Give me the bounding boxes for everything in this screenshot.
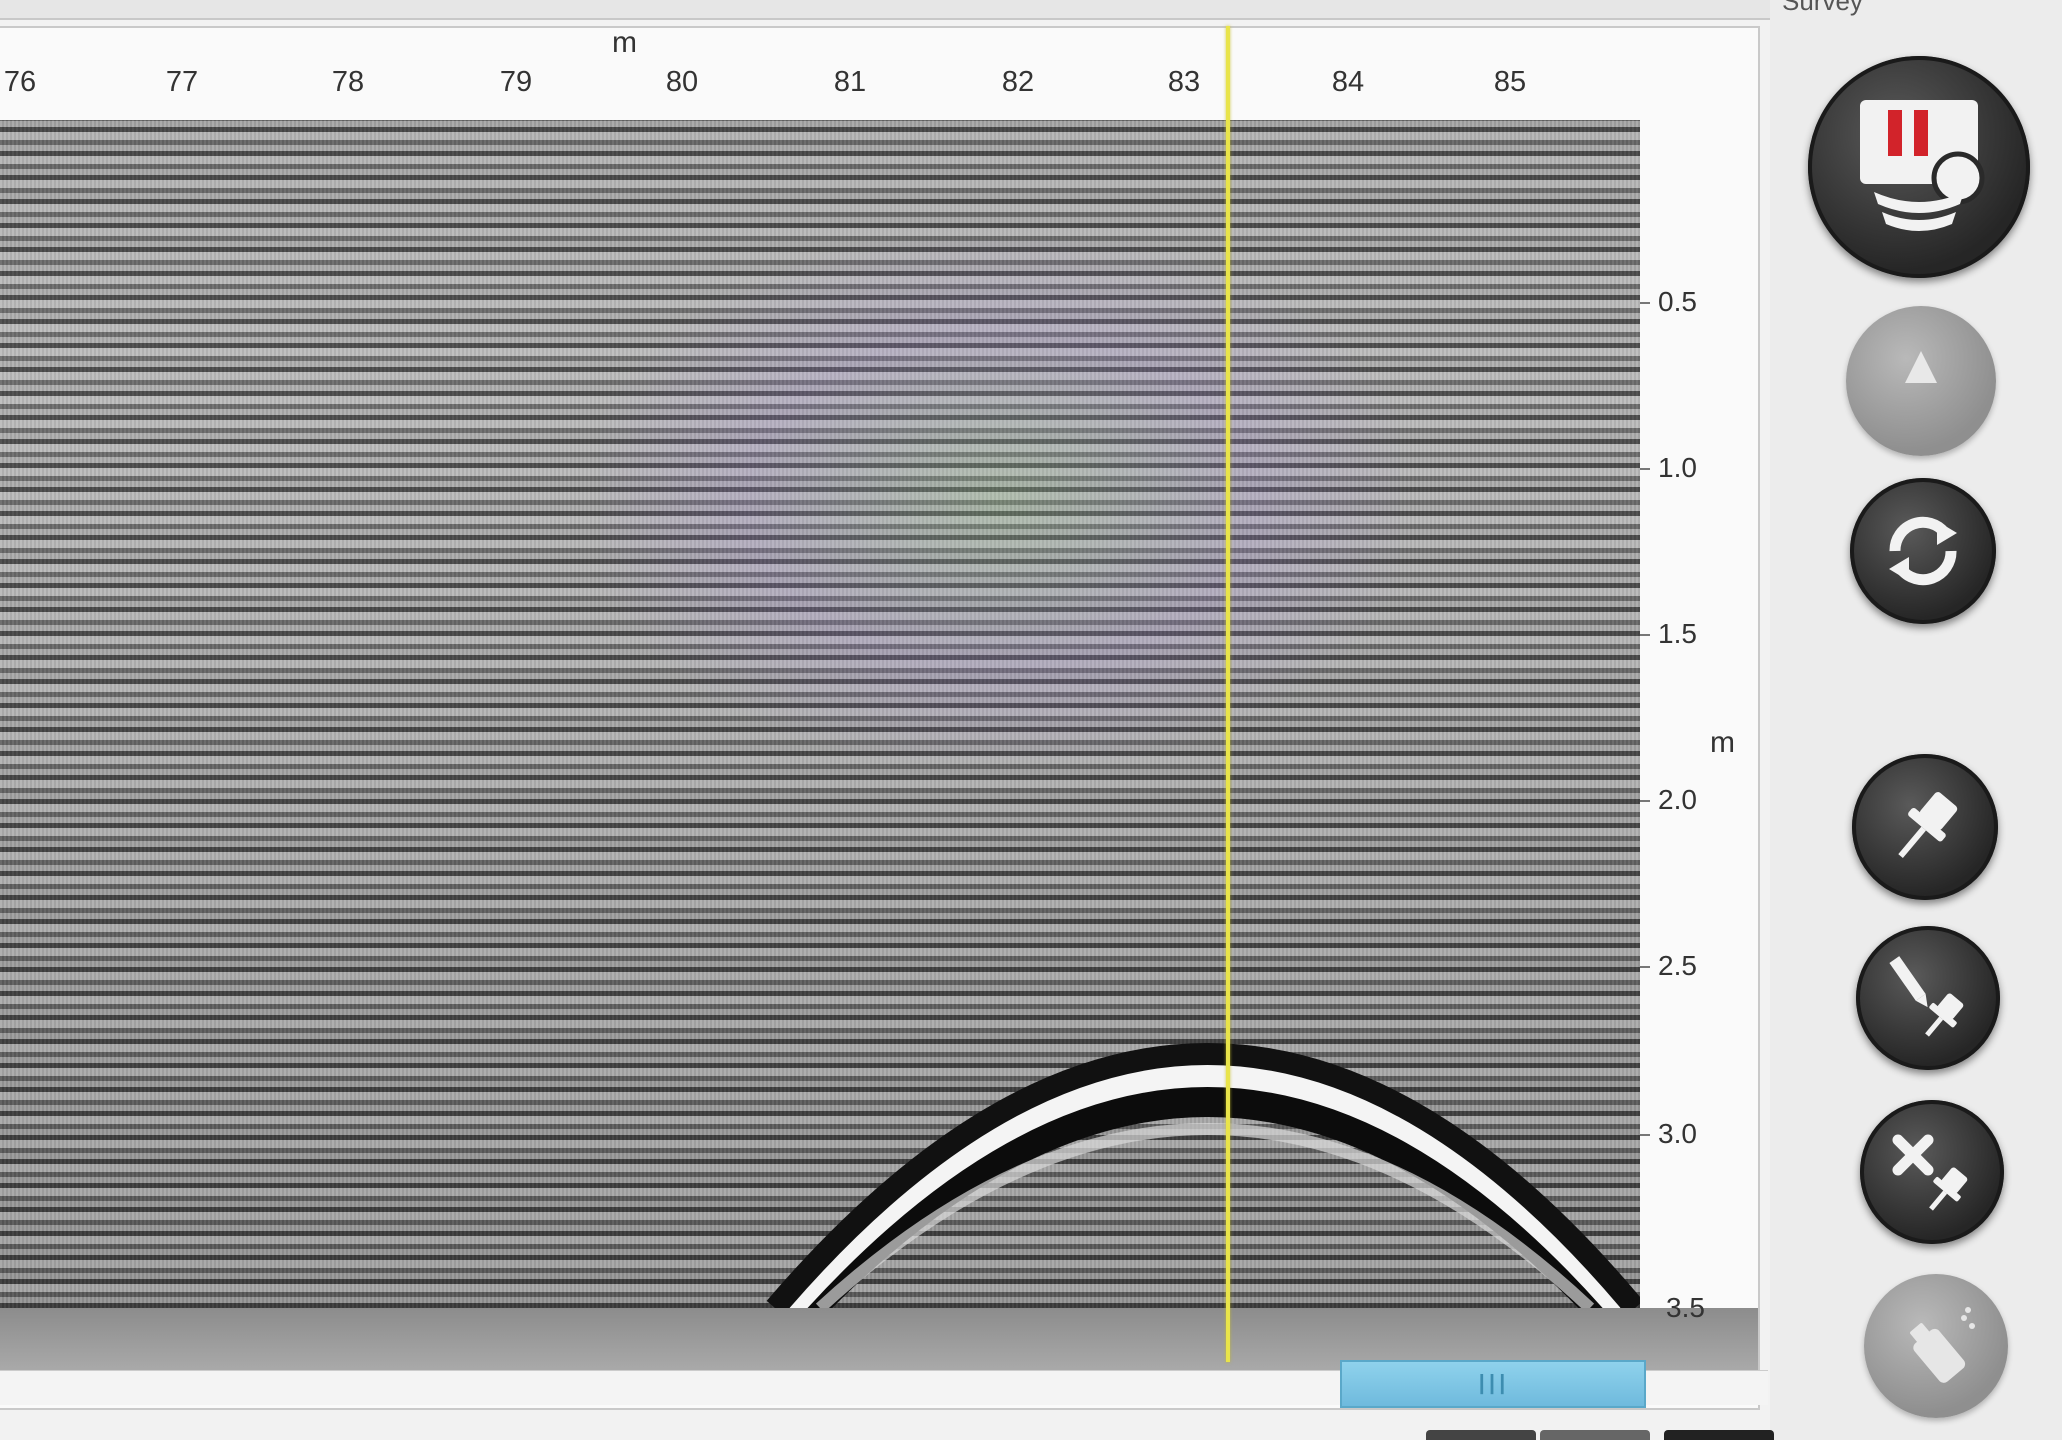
y-tick-label: 1.0	[1658, 452, 1697, 483]
x-tick-label: 77	[165, 66, 199, 98]
position-cursor[interactable]	[1226, 26, 1230, 1362]
pause-scan-icon	[1860, 100, 1985, 231]
x-tick-label: 83	[1167, 66, 1201, 98]
y-axis-unit: m	[1710, 726, 1735, 759]
hyperbola-reflection	[766, 1043, 1640, 1308]
edit-marker-icon	[1889, 956, 1964, 1037]
move-up-button[interactable]	[1846, 306, 1996, 456]
grip-icon: III	[1477, 1367, 1509, 1401]
x-tick-label: 81	[833, 66, 867, 98]
y-tick-mark	[1640, 1134, 1650, 1136]
spray-paint-icon	[1910, 1307, 1975, 1383]
top-bar	[0, 0, 2062, 20]
x-tick-label: 79	[499, 66, 533, 98]
refresh-button[interactable]	[1850, 478, 1996, 624]
x-tick-label: 84	[1331, 66, 1365, 98]
y-tick-label: 2.0	[1658, 784, 1697, 815]
y-tick-mark	[1640, 966, 1650, 968]
y-tick-mark	[1640, 302, 1650, 304]
bottom-tab[interactable]	[1540, 1430, 1650, 1440]
x-tick-label: 76	[3, 66, 37, 98]
y-tick-mark	[1640, 800, 1650, 802]
refresh-icon	[1889, 516, 1957, 586]
add-marker-button[interactable]	[1852, 754, 1998, 900]
y-tick-label: 2.5	[1658, 950, 1697, 981]
panel-title: Survey	[1782, 0, 1863, 16]
y-tick-label: 3.5	[1666, 1292, 1705, 1323]
bottom-tab[interactable]	[1426, 1430, 1536, 1440]
scroll-thumb[interactable]: III	[1340, 1360, 1646, 1408]
move-up-icon	[1905, 351, 1937, 383]
bottom-tab[interactable]	[1664, 1430, 1774, 1440]
y-tick-mark	[1640, 634, 1650, 636]
delete-marker-icon	[1892, 1134, 1968, 1211]
add-marker-icon	[1898, 792, 1958, 859]
y-tick-label: 1.5	[1658, 618, 1697, 649]
edit-marker-button[interactable]	[1856, 926, 2000, 1070]
x-tick-label: 78	[331, 66, 365, 98]
x-tick-label: 82	[1001, 66, 1035, 98]
x-tick-label: 80	[665, 66, 699, 98]
x-tick-label: 85	[1493, 66, 1527, 98]
y-tick-label: 0.5	[1658, 286, 1697, 317]
spray-paint-button[interactable]	[1864, 1274, 2008, 1418]
y-tick-mark	[1640, 468, 1650, 470]
y-tick-label: 3.0	[1658, 1118, 1697, 1149]
x-axis-unit: m	[612, 26, 637, 59]
delete-marker-button[interactable]	[1860, 1100, 2004, 1244]
pause-scan-button[interactable]	[1808, 56, 2030, 278]
radargram-image[interactable]	[0, 120, 1640, 1308]
